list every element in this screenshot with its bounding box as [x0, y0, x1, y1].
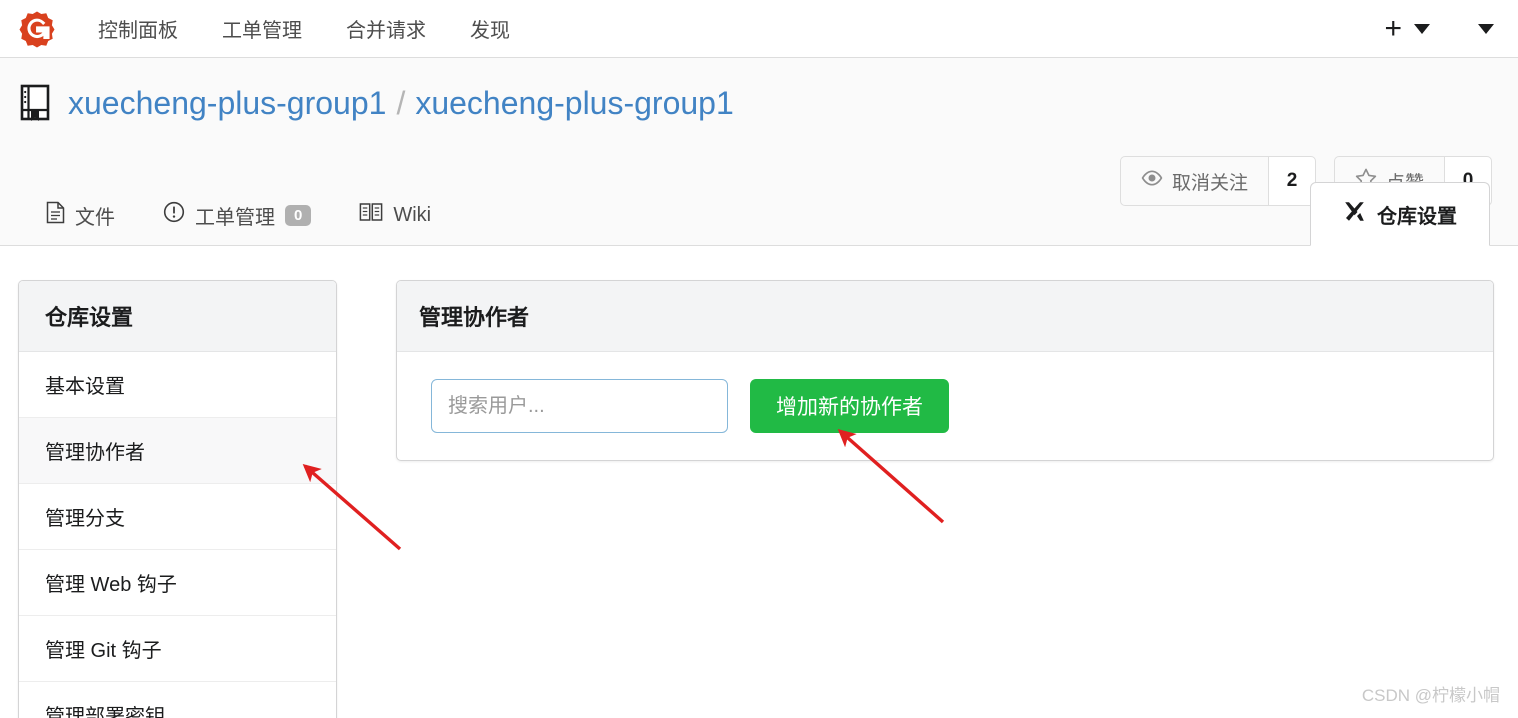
repo-book-icon	[18, 84, 52, 122]
repository-header: xuecheng-plus-group1 / xuecheng-plus-gro…	[0, 58, 1518, 246]
create-new-menu[interactable]: +	[1384, 14, 1430, 44]
page-content: 仓库设置 基本设置 管理协作者 管理分支 管理 Web 钩子 管理 Git 钩子…	[0, 246, 1518, 718]
collaborators-panel: 管理协作者 增加新的协作者	[396, 280, 1494, 461]
eye-icon	[1141, 170, 1163, 192]
user-menu[interactable]	[1478, 24, 1494, 34]
panel-title: 管理协作者	[397, 281, 1493, 352]
repo-owner-link[interactable]: xuecheng-plus-group1	[68, 85, 386, 122]
chevron-down-icon	[1414, 24, 1430, 34]
breadcrumb-separator: /	[396, 84, 406, 121]
watermark: CSDN @柠檬小帽	[1361, 686, 1500, 705]
file-text-icon	[46, 201, 65, 230]
unwatch-label: 取消关注	[1171, 172, 1248, 194]
gitea-logo-icon[interactable]	[18, 10, 56, 48]
panel-body: 增加新的协作者	[397, 352, 1493, 460]
settings-sidebar: 仓库设置 基本设置 管理协作者 管理分支 管理 Web 钩子 管理 Git 钩子…	[18, 280, 337, 718]
chevron-down-icon	[1478, 24, 1494, 34]
sidebar-item-deploy-keys[interactable]: 管理部署密钥	[19, 682, 336, 718]
tab-wiki-label: Wiki	[393, 203, 432, 226]
tab-wiki[interactable]: Wiki	[335, 185, 455, 245]
sidebar-header: 仓库设置	[19, 281, 336, 352]
repository-tab-bar: 文件 工单管理 0 Wiki	[22, 183, 455, 245]
nav-link-dashboard[interactable]: 控制面板	[76, 14, 200, 43]
issue-opened-icon	[163, 201, 185, 229]
plus-icon: +	[1384, 12, 1402, 45]
tab-issues-badge: 0	[285, 204, 312, 226]
sidebar-item-basic-settings[interactable]: 基本设置	[19, 352, 336, 418]
top-nav-links: 控制面板 工单管理 合并请求 发现	[76, 14, 532, 43]
nav-link-pull-requests[interactable]: 合并请求	[324, 14, 448, 43]
top-nav-right-group: +	[1384, 0, 1494, 58]
tab-files-label: 文件	[75, 206, 115, 229]
unwatch-button[interactable]: 取消关注	[1119, 156, 1268, 206]
sidebar-item-webhooks[interactable]: 管理 Web 钩子	[19, 550, 336, 616]
page-root: 控制面板 工单管理 合并请求 发现 + xuecheng-plus-group1…	[0, 0, 1518, 718]
tab-settings[interactable]: 仓库设置	[1310, 182, 1490, 246]
nav-link-explore[interactable]: 发现	[448, 14, 532, 43]
tab-files[interactable]: 文件	[22, 185, 139, 245]
tab-issues[interactable]: 工单管理 0	[139, 185, 335, 245]
tab-settings-label: 仓库设置	[1377, 205, 1457, 228]
search-user-input[interactable]	[431, 379, 728, 433]
tools-icon	[1343, 200, 1366, 229]
add-collaborator-button[interactable]: 增加新的协作者	[750, 379, 949, 433]
repo-name-link[interactable]: xuecheng-plus-group1	[415, 85, 733, 122]
watch-button-group: 取消关注 2	[1119, 156, 1316, 206]
tab-issues-label: 工单管理	[195, 206, 275, 229]
top-navigation-bar: 控制面板 工单管理 合并请求 发现 +	[0, 0, 1518, 58]
nav-link-issues[interactable]: 工单管理	[200, 14, 324, 43]
sidebar-item-branches[interactable]: 管理分支	[19, 484, 336, 550]
breadcrumb: xuecheng-plus-group1 / xuecheng-plus-gro…	[18, 84, 734, 122]
watch-count[interactable]: 2	[1267, 156, 1316, 206]
sidebar-item-git-hooks[interactable]: 管理 Git 钩子	[19, 616, 336, 682]
sidebar-item-collaborators[interactable]: 管理协作者	[19, 418, 336, 484]
book-icon	[359, 202, 383, 228]
